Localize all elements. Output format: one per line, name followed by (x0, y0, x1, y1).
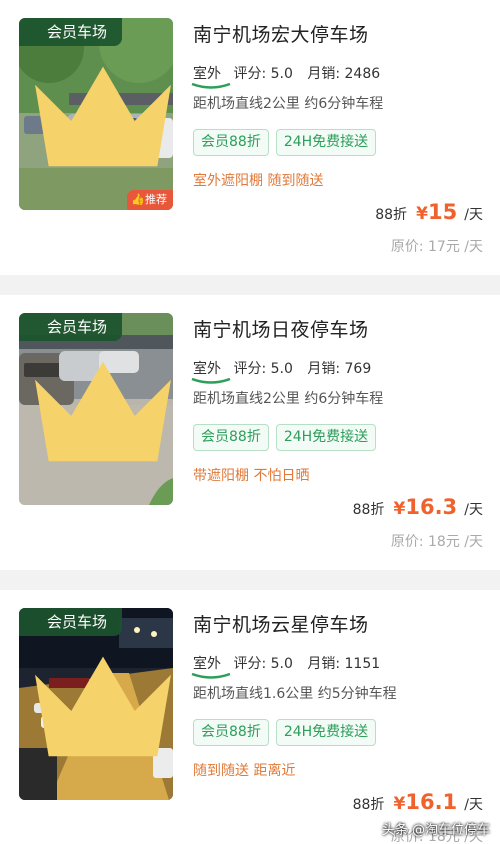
tag-discount: 会员88折 (193, 424, 269, 451)
thumbs-up-icon: 👍 (131, 193, 145, 206)
rating-value: 5.0 (270, 361, 293, 377)
parking-title[interactable]: 南宁机场云星停车场 (193, 610, 369, 637)
price-row: 88折 ¥16.1 /天 (353, 790, 483, 814)
parking-title[interactable]: 南宁机场宏大停车场 (193, 20, 369, 47)
price-value: 16.3 (405, 495, 458, 519)
rating-label: 评分: (233, 66, 267, 82)
currency-symbol: ¥ (393, 794, 406, 814)
price-unit: /天 (464, 502, 483, 518)
parking-card[interactable]: 会员车场 南宁机场日夜停车场 室外 评分: 5.0 月销: 769 距机场直线2… (0, 295, 500, 570)
tag-discount: 会员88折 (193, 129, 269, 156)
discount-label: 88折 (352, 797, 385, 813)
crown-icon (35, 66, 171, 167)
price-value: 15 (427, 200, 458, 224)
crown-icon (35, 656, 171, 757)
currency-symbol: ¥ (416, 204, 428, 224)
rating-value: 5.0 (270, 66, 293, 82)
environment-underline (191, 83, 231, 89)
original-price: 原价: 17元 /天 (390, 239, 483, 255)
price-unit: /天 (464, 207, 483, 223)
parking-card[interactable]: 会员车场 南宁机场云星停车场 室外 评分: 5.0 月销: 1151 距机场直线… (0, 590, 500, 844)
sales-label: 月销: (307, 361, 341, 377)
tag-discount: 会员88折 (193, 719, 269, 746)
sales-value: 2486 (344, 66, 381, 82)
feature-text: 带遮阳棚 不怕日晒 (193, 468, 310, 484)
price-value: 16.1 (405, 790, 458, 814)
distance-text: 距机场直线2公里 约6分钟车程 (193, 96, 384, 112)
member-badge: 会员车场 (19, 18, 171, 167)
parking-card[interactable]: 会员车场 👍推荐 南宁机场宏大停车场 室外 评分: 5.0 月销: 2486 距… (0, 0, 500, 275)
price-unit: /天 (464, 797, 483, 813)
parking-photo[interactable]: 会员车场 👍推荐 (19, 18, 173, 210)
member-badge: 会员车场 (19, 313, 171, 462)
parking-meta: 室外 评分: 5.0 月销: 769 (191, 358, 372, 384)
environment-underline (191, 673, 231, 679)
sales-value: 769 (344, 361, 372, 377)
parking-photo[interactable]: 会员车场 (19, 608, 173, 800)
parking-title[interactable]: 南宁机场日夜停车场 (193, 315, 369, 342)
feature-text: 室外遮阳棚 随到随送 (193, 173, 324, 189)
rating-label: 评分: (233, 656, 267, 672)
price-row: 88折 ¥16.3 /天 (353, 495, 483, 519)
tag-shuttle: 24H免费接送 (275, 719, 377, 746)
sales-label: 月销: (307, 656, 341, 672)
discount-label: 88折 (375, 207, 408, 223)
recommend-badge: 👍推荐 (127, 190, 173, 210)
environment-label: 室外 (191, 358, 231, 384)
environment-label: 室外 (191, 653, 231, 679)
watermark: 头条 @淘车位停车 (381, 823, 490, 838)
rating-value: 5.0 (270, 656, 293, 672)
discount-label: 88折 (352, 502, 385, 518)
currency-symbol: ¥ (393, 499, 406, 519)
tag-shuttle: 24H免费接送 (275, 424, 377, 451)
recommend-label: 推荐 (145, 193, 167, 206)
crown-icon (35, 361, 171, 462)
tag-shuttle: 24H免费接送 (275, 129, 377, 156)
environment-underline (191, 378, 231, 384)
tag-list: 会员88折 24H免费接送 (193, 129, 383, 156)
distance-text: 距机场直线1.6公里 约5分钟车程 (193, 686, 397, 702)
original-price: 原价: 18元 /天 (390, 534, 483, 550)
sales-value: 1151 (344, 656, 381, 672)
environment-label: 室外 (191, 63, 231, 89)
parking-meta: 室外 评分: 5.0 月销: 1151 (191, 653, 381, 679)
member-badge: 会员车场 (19, 608, 171, 757)
feature-text: 随到随送 距离近 (193, 763, 296, 779)
rating-label: 评分: (233, 361, 267, 377)
sales-label: 月销: (307, 66, 341, 82)
tag-list: 会员88折 24H免费接送 (193, 424, 383, 451)
parking-meta: 室外 评分: 5.0 月销: 2486 (191, 63, 381, 89)
distance-text: 距机场直线2公里 约6分钟车程 (193, 391, 384, 407)
price-row: 88折 ¥15 /天 (375, 200, 483, 224)
parking-photo[interactable]: 会员车场 (19, 313, 173, 505)
tag-list: 会员88折 24H免费接送 (193, 719, 383, 746)
